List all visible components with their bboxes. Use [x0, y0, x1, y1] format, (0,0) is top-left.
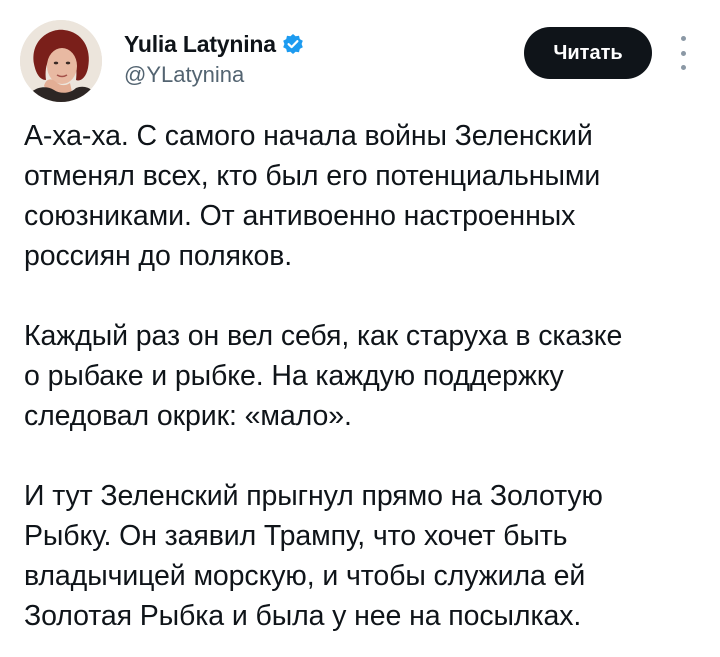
avatar-image	[20, 20, 102, 102]
verified-badge-icon	[282, 33, 304, 55]
display-name[interactable]: Yulia Latynina	[124, 31, 276, 58]
author-info: Yulia Latynina @YLatynina	[124, 30, 304, 88]
user-handle[interactable]: @YLatynina	[124, 62, 304, 88]
tweet-text: А-ха-ха. С самого начала войны Зеленский…	[24, 116, 714, 636]
follow-button[interactable]: Читать	[524, 27, 652, 79]
name-row: Yulia Latynina	[124, 30, 304, 58]
tweet-paragraph: И тут Зеленский прыгнул прямо на Золотую…	[24, 480, 603, 632]
tweet-paragraph: Каждый раз он вел себя, как старуха в ск…	[24, 320, 623, 432]
tweet-header: Yulia Latynina @YLatynina Читать	[0, 0, 720, 110]
tweet-paragraph: А-ха-ха. С самого начала войны Зеленский…	[24, 120, 601, 272]
more-vertical-icon[interactable]	[676, 36, 690, 70]
avatar[interactable]	[20, 20, 102, 102]
